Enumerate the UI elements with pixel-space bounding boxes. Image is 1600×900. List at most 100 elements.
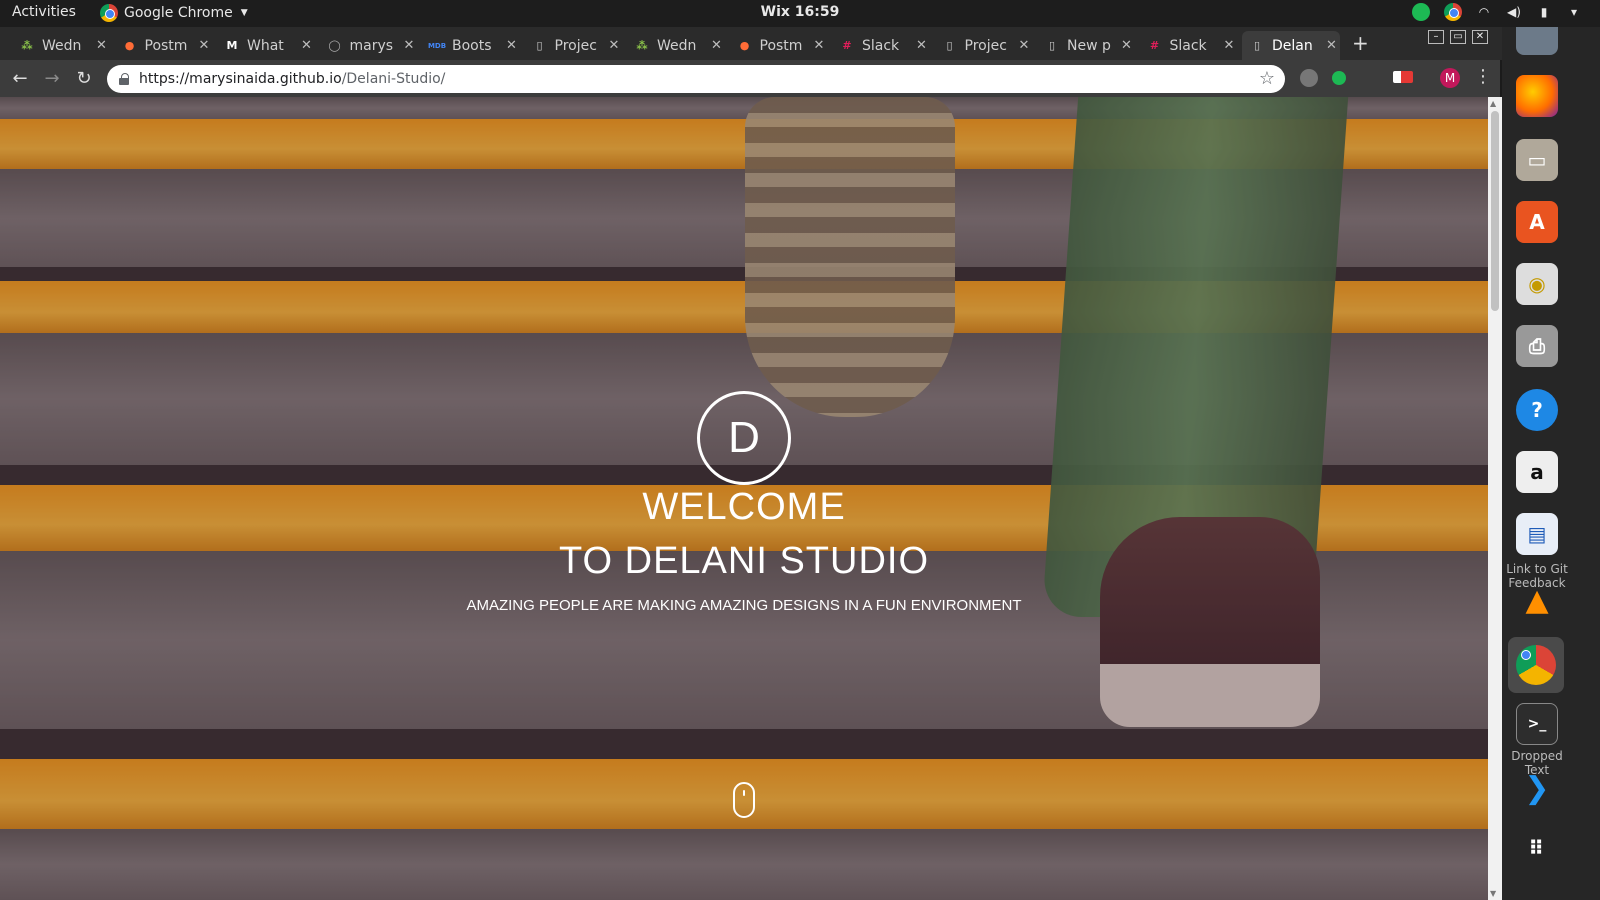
browser-tab[interactable]: # Slack ✕ <box>1140 31 1238 60</box>
rhythmbox-icon[interactable]: ◉ <box>1516 263 1558 305</box>
tab-label: Projec <box>964 37 1007 54</box>
vscode-icon[interactable]: ❯ <box>1516 767 1558 809</box>
browser-tab[interactable]: ▯ Projec ✕ <box>525 31 623 60</box>
chevron-down-icon: ▼ <box>240 8 248 18</box>
close-tab-icon[interactable]: ✕ <box>1019 38 1030 53</box>
close-tab-icon[interactable]: ✕ <box>916 38 927 53</box>
battery-icon[interactable]: ▮ <box>1536 5 1552 19</box>
browser-tab[interactable]: ▯ Delan ✕ <box>1242 31 1340 60</box>
tab-label: Projec <box>554 37 597 54</box>
page-scrollbar[interactable]: ▲ ▼ <box>1488 97 1502 900</box>
browser-tab[interactable]: ◯ marys ✕ <box>320 31 418 60</box>
slack-icon: # <box>1149 39 1160 52</box>
browser-tab[interactable]: ● Postm ✕ <box>730 31 828 60</box>
tab-label: New p <box>1067 37 1111 54</box>
browser-tab[interactable]: ● Postm ✕ <box>115 31 213 60</box>
hero-subtitle: AMAZING PEOPLE ARE MAKING AMAZING DESIGN… <box>466 597 1022 614</box>
page-icon: ▯ <box>946 39 953 52</box>
close-tab-icon[interactable]: ✕ <box>301 38 312 53</box>
browser-tab[interactable]: ▯ Projec ✕ <box>935 31 1033 60</box>
browser-tab[interactable]: # Slack ✕ <box>832 31 930 60</box>
url-text[interactable]: https://marysinaida.github.io/Delani-Stu… <box>139 71 445 87</box>
document-link-icon[interactable]: ▤ <box>1516 513 1558 555</box>
tab-label: Wedn <box>657 37 697 54</box>
tab-label: Postm <box>144 37 188 54</box>
postman-icon: ● <box>124 39 135 52</box>
url-host: https://marysinaida.github.io <box>139 71 342 87</box>
hero-title-line2: TO DELANI STUDIO <box>558 540 930 582</box>
firefox-icon[interactable] <box>1516 75 1558 117</box>
close-tab-icon[interactable]: ✕ <box>1224 38 1235 53</box>
close-tab-icon[interactable]: ✕ <box>506 38 517 53</box>
green-extension-icon[interactable] <box>1332 71 1346 85</box>
github-icon: ◯ <box>328 39 341 52</box>
kebab-menu-icon[interactable]: ⋮ <box>1474 66 1492 87</box>
mdb-icon: MDB <box>427 41 447 50</box>
scroll-up-arrow-icon[interactable]: ▲ <box>1490 99 1496 108</box>
amazon-icon[interactable]: a <box>1516 451 1558 493</box>
software-center-icon[interactable]: A <box>1516 201 1558 243</box>
tab-strip: ⁂ Wedn ✕ ● Postm ✕ M What ✕ ◯ marys ✕ MDB Boots ✕ ▯ Proj… <box>0 27 1510 60</box>
page-icon: ▯ <box>536 39 543 52</box>
cast-extension-icon[interactable] <box>1393 71 1413 83</box>
browser-tab[interactable]: ⁂ Wedn ✕ <box>627 31 725 60</box>
volume-icon[interactable]: ◀) <box>1506 5 1522 19</box>
system-top-bar: Activities Google Chrome ▼ Wix 16:59 ◠ ◀… <box>0 0 1600 27</box>
browser-tab[interactable]: MDB Boots ✕ <box>422 31 520 60</box>
close-tab-icon[interactable]: ✕ <box>609 38 620 53</box>
tab-label: Delan <box>1272 37 1313 54</box>
browser-tab[interactable]: M What ✕ <box>217 31 315 60</box>
chrome-icon <box>100 4 118 22</box>
chrome-tray-icon[interactable] <box>1444 3 1462 21</box>
status-indicator-icon[interactable] <box>1412 3 1430 21</box>
minimize-icon[interactable]: – <box>1428 30 1444 44</box>
leaf-icon: ⁂ <box>21 39 33 52</box>
profile-avatar[interactable]: M <box>1440 68 1460 88</box>
restore-icon[interactable]: ▭ <box>1450 30 1466 44</box>
file-manager-icon[interactable]: ▭ <box>1516 139 1558 181</box>
terminal-icon[interactable]: >_ <box>1516 703 1558 745</box>
hero-title-line1: WELCOME <box>642 486 846 528</box>
close-window-icon[interactable]: ✕ <box>1472 30 1488 44</box>
medium-icon: M <box>226 39 238 52</box>
vlc-icon[interactable]: ▲ <box>1516 579 1558 621</box>
close-tab-icon[interactable]: ✕ <box>199 38 210 53</box>
postman-icon: ● <box>739 39 750 52</box>
bookmark-star-icon[interactable]: ☆ <box>1259 68 1275 89</box>
address-bar[interactable]: https://marysinaida.github.io/Delani-Stu… <box>107 65 1285 93</box>
files-top-icon[interactable] <box>1516 27 1558 55</box>
clock[interactable]: Wix 16:59 <box>700 4 900 20</box>
scrollbar-thumb[interactable] <box>1491 111 1499 311</box>
tab-label: What <box>247 37 284 54</box>
close-tab-icon[interactable]: ✕ <box>711 38 722 53</box>
url-path: /Delani-Studio/ <box>341 71 446 87</box>
power-menu-chevron-icon[interactable]: ▾ <box>1566 5 1582 19</box>
close-tab-icon[interactable]: ✕ <box>1121 38 1132 53</box>
browser-tab[interactable]: ⁂ Wedn ✕ <box>12 31 110 60</box>
scroll-mouse-icon[interactable] <box>733 782 755 818</box>
wifi-icon[interactable]: ◠ <box>1476 5 1492 19</box>
scroll-down-arrow-icon[interactable]: ▼ <box>1490 889 1496 898</box>
close-tab-icon[interactable]: ✕ <box>404 38 415 53</box>
chrome-dock-icon[interactable] <box>1508 637 1564 693</box>
shield-extension-icon[interactable] <box>1300 69 1318 87</box>
app-menu[interactable]: Google Chrome ▼ <box>100 4 248 22</box>
lock-icon[interactable] <box>119 73 129 85</box>
new-tab-button[interactable]: + <box>1352 31 1369 55</box>
close-tab-icon[interactable]: ✕ <box>1326 38 1337 53</box>
forward-arrow-icon[interactable]: → <box>42 68 62 89</box>
close-tab-icon[interactable]: ✕ <box>96 38 107 53</box>
close-tab-icon[interactable]: ✕ <box>814 38 825 53</box>
help-icon[interactable]: ? <box>1516 389 1558 431</box>
back-arrow-icon[interactable]: ← <box>10 68 30 89</box>
system-tray: ◠ ◀) ▮ ▾ <box>1412 3 1582 21</box>
chrome-logo-icon <box>1516 645 1556 685</box>
printer-icon[interactable]: ⎙ <box>1516 325 1558 367</box>
hero-content: D WELCOME TO DELANI STUDIO AMAZING PEOPL… <box>0 97 1488 900</box>
show-apps-grid-icon[interactable]: ⠿ <box>1516 827 1558 869</box>
tab-label: Wedn <box>42 37 82 54</box>
browser-tab[interactable]: ▯ New p ✕ <box>1037 31 1135 60</box>
activities-button[interactable]: Activities <box>12 4 76 20</box>
hero-section: D WELCOME TO DELANI STUDIO AMAZING PEOPL… <box>0 97 1488 900</box>
reload-icon[interactable]: ↻ <box>74 68 94 89</box>
